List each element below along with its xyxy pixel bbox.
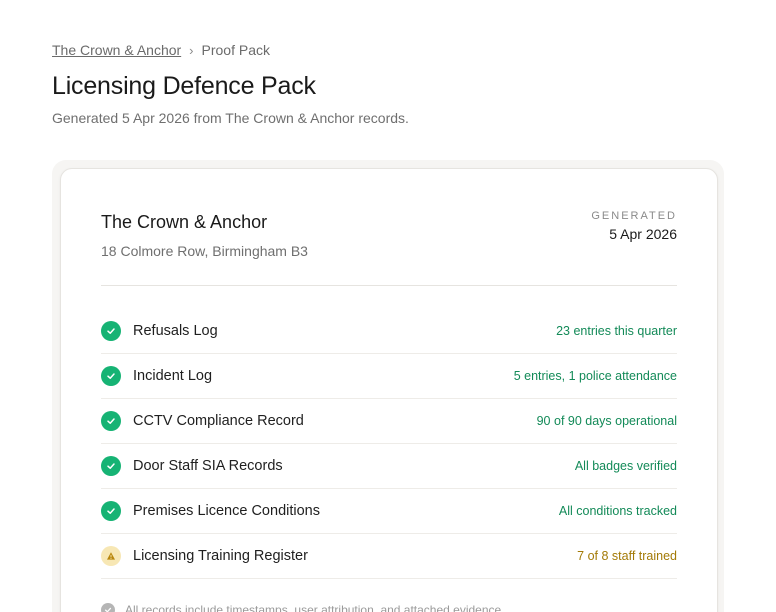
- check-icon: [101, 411, 121, 431]
- warning-icon: [101, 546, 121, 566]
- check-icon: [101, 603, 115, 612]
- record-row[interactable]: Refusals Log 23 entries this quarter: [101, 309, 677, 354]
- record-row[interactable]: CCTV Compliance Record 90 of 90 days oper…: [101, 399, 677, 444]
- breadcrumb-separator-icon: ›: [189, 42, 194, 58]
- record-status: 7 of 8 staff trained: [577, 549, 677, 563]
- record-row-left: Door Staff SIA Records: [101, 456, 283, 476]
- breadcrumb-venue-link[interactable]: The Crown & Anchor: [52, 42, 181, 58]
- defence-pack-card: The Crown & Anchor 18 Colmore Row, Birmi…: [60, 168, 718, 612]
- check-icon: [101, 366, 121, 386]
- record-row[interactable]: Licensing Training Register 7 of 8 staff …: [101, 534, 677, 579]
- record-status: All conditions tracked: [558, 504, 677, 518]
- record-row[interactable]: Premises Licence Conditions All condition…: [101, 489, 677, 534]
- record-label: Premises Licence Conditions: [133, 503, 320, 519]
- page-title: Licensing Defence Pack: [52, 72, 316, 100]
- record-row[interactable]: Incident Log 5 entries, 1 police attendan…: [101, 354, 677, 399]
- generated-date: 5 Apr 2026: [609, 226, 677, 242]
- record-label: Refusals Log: [133, 323, 218, 339]
- footnote-text: All records include timestamps, user att…: [125, 603, 505, 612]
- record-row-left: Incident Log: [101, 366, 212, 386]
- venue-address: 18 Colmore Row, Birmingham B3: [101, 243, 308, 259]
- generated-block: GENERATED 5 Apr 2026: [591, 210, 677, 242]
- check-icon: [101, 321, 121, 341]
- card-divider: [101, 285, 677, 286]
- venue-name: The Crown & Anchor: [101, 212, 268, 232]
- record-status: 90 of 90 days operational: [536, 414, 677, 428]
- record-row-left: Premises Licence Conditions: [101, 501, 320, 521]
- record-list: Refusals Log 23 entries this quarter Incid…: [101, 309, 677, 579]
- record-label: Licensing Training Register: [133, 548, 308, 564]
- breadcrumb: The Crown & Anchor › Proof Pack: [52, 42, 270, 58]
- footnote: All records include timestamps, user att…: [101, 603, 505, 612]
- record-label: Door Staff SIA Records: [133, 458, 283, 474]
- page-subtitle: Generated 5 Apr 2026 from The Crown & An…: [52, 110, 409, 126]
- record-row-left: Licensing Training Register: [101, 546, 308, 566]
- check-icon: [101, 456, 121, 476]
- record-row-left: CCTV Compliance Record: [101, 411, 304, 431]
- record-row-left: Refusals Log: [101, 321, 218, 341]
- record-label: CCTV Compliance Record: [133, 413, 304, 429]
- check-icon: [101, 501, 121, 521]
- breadcrumb-current: Proof Pack: [201, 42, 270, 58]
- record-label: Incident Log: [133, 368, 213, 384]
- record-status: 23 entries this quarter: [556, 324, 677, 338]
- record-status: All badges verified: [574, 459, 677, 473]
- proof-pack-page: The Crown & Anchor › Proof Pack Licensin…: [0, 0, 776, 612]
- generated-label: GENERATED: [591, 210, 677, 222]
- record-status: 5 entries, 1 police attendance: [513, 369, 677, 383]
- record-row[interactable]: Door Staff SIA Records All badges verifie…: [101, 444, 677, 489]
